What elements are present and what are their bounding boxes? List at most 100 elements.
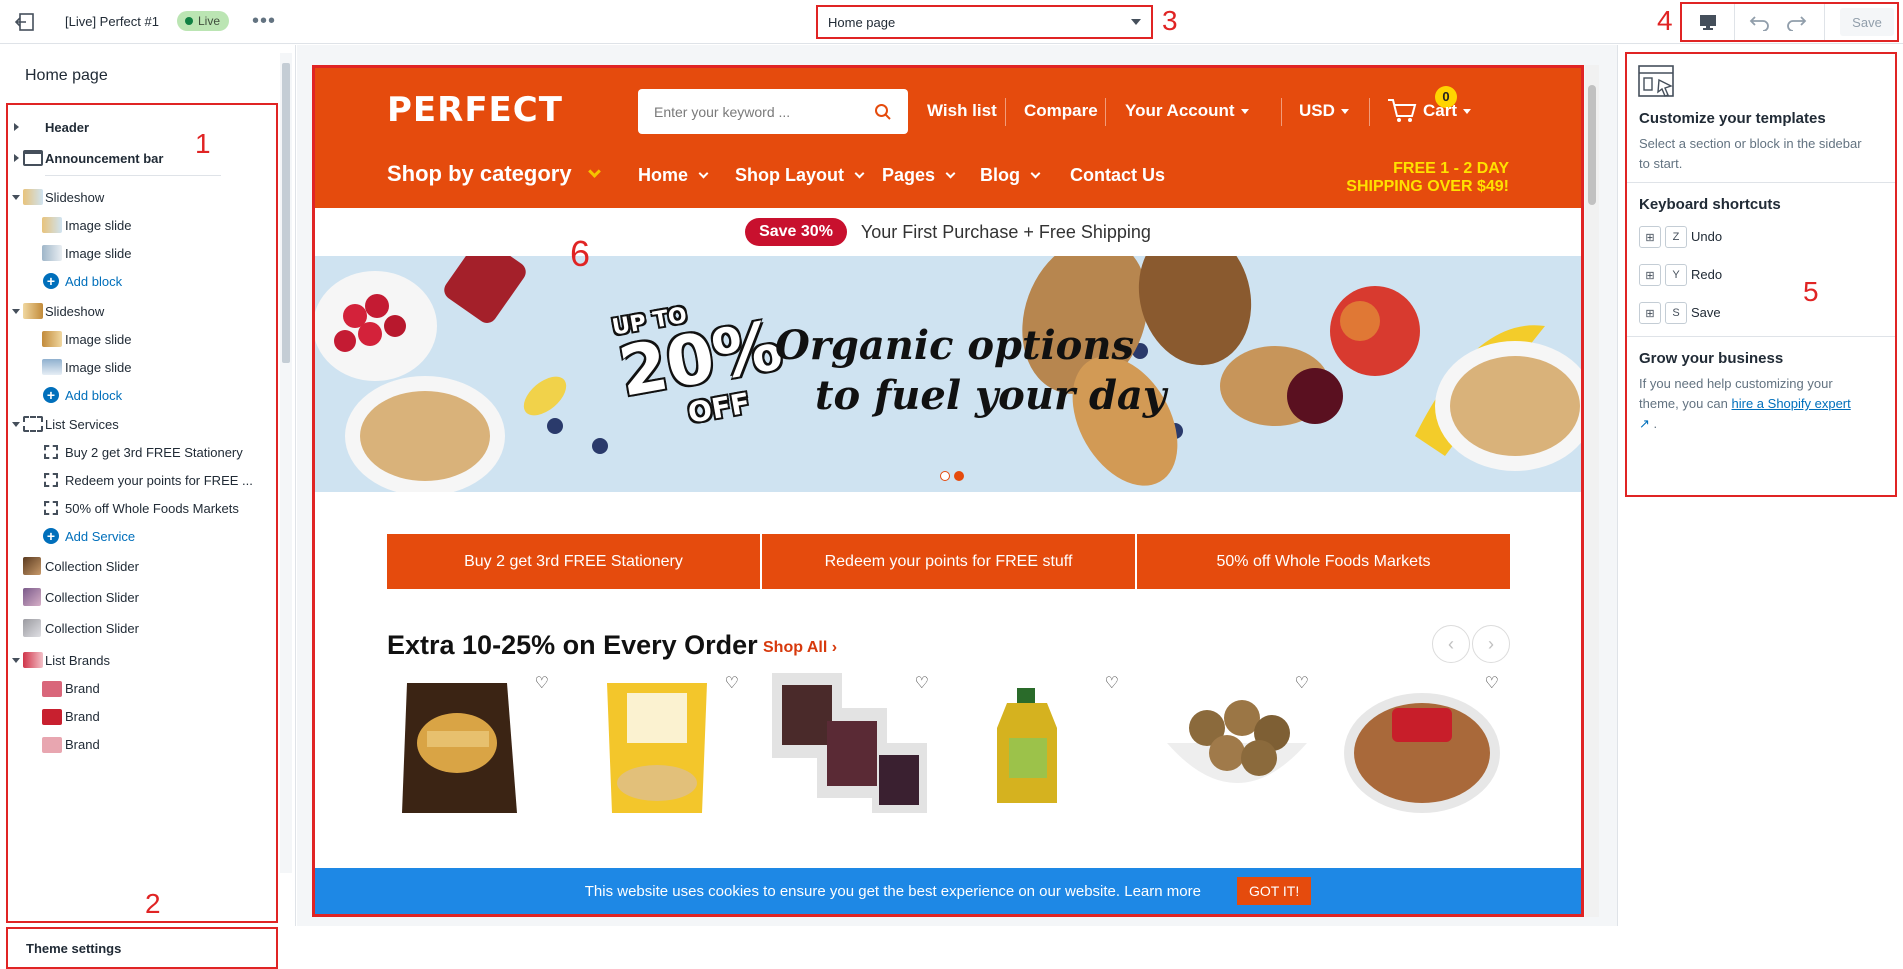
section-list-services[interactable]: List Services [8, 412, 276, 436]
scrollbar-thumb[interactable] [1588, 85, 1596, 205]
block-image-slide[interactable]: Image slide [8, 355, 276, 379]
redo-button[interactable] [1778, 8, 1814, 36]
banner-line1: Organic options [775, 322, 1134, 369]
block-service[interactable]: 50% off Whole Foods Markets [8, 496, 276, 520]
heart-icon[interactable]: ♡ [1295, 673, 1309, 693]
collapse-icon[interactable] [12, 658, 20, 663]
page-select[interactable]: Home page [816, 5, 1153, 39]
section-list-brands[interactable]: List Brands [8, 648, 276, 672]
slide-dot[interactable] [940, 471, 950, 481]
undo-button[interactable] [1742, 8, 1778, 36]
expand-icon[interactable] [14, 123, 19, 131]
add-service-button[interactable]: + Add Service [8, 524, 276, 548]
product-card[interactable]: ♡ [957, 673, 1127, 813]
heart-icon[interactable]: ♡ [725, 673, 739, 693]
shop-by-category-label: Shop by category [387, 161, 572, 186]
exit-icon[interactable] [14, 12, 36, 32]
live-dot-icon [185, 17, 193, 25]
collapse-icon[interactable] [12, 422, 20, 427]
customize-title: Customize your templates [1639, 110, 1826, 127]
store-logo[interactable]: PERFECT [387, 90, 563, 130]
section-collection-slider[interactable]: Collection Slider [8, 585, 276, 609]
product-card[interactable]: ♡ [577, 673, 747, 813]
block-image-slide[interactable]: Image slide [8, 213, 276, 237]
block-icon [44, 473, 58, 487]
shop-all-link[interactable]: Shop All › [763, 639, 837, 657]
block-service[interactable]: Buy 2 get 3rd FREE Stationery [8, 440, 276, 464]
image-slide-thumbnail [42, 217, 62, 233]
prev-arrow-button[interactable]: ‹ [1432, 625, 1470, 663]
product-card[interactable]: ♡ [1337, 673, 1507, 813]
next-arrow-button[interactable]: › [1472, 625, 1510, 663]
section-announcement-bar[interactable]: Announcement bar [8, 146, 276, 170]
nav-shop-layout[interactable]: Shop Layout [735, 165, 865, 186]
currency-menu[interactable]: USD [1299, 101, 1349, 121]
search-input[interactable]: Enter your keyword ... [638, 89, 908, 134]
preview-scrollbar[interactable] [1585, 65, 1599, 917]
slideshow-banner[interactable]: UP TO 20% OFF Organic options to fuel yo… [315, 256, 1581, 492]
hire-expert-link[interactable]: hire a Shopify expert [1732, 396, 1851, 411]
slide-dots[interactable] [940, 471, 964, 481]
heart-icon[interactable]: ♡ [1105, 673, 1119, 693]
cookie-accept-button[interactable]: GOT IT! [1236, 877, 1312, 905]
chevron-right-icon: › [1488, 633, 1494, 654]
block-brand[interactable]: Brand [8, 704, 276, 728]
account-menu[interactable]: Your Account [1125, 101, 1249, 121]
scrollbar-thumb[interactable] [282, 63, 290, 363]
add-block-button[interactable]: + Add block [8, 269, 276, 293]
expand-icon[interactable] [14, 154, 19, 162]
banner-line2: to fuel your day [815, 372, 1167, 419]
product-card[interactable]: ♡ [767, 673, 937, 813]
chevron-down-icon [587, 165, 601, 178]
collapse-icon[interactable] [12, 195, 20, 200]
add-service-label: Add Service [65, 528, 136, 544]
heart-icon[interactable]: ♡ [535, 673, 549, 693]
block-label: Buy 2 get 3rd FREE Stationery [65, 444, 243, 460]
heart-icon[interactable]: ♡ [1485, 673, 1499, 693]
nav-pages[interactable]: Pages [882, 165, 956, 186]
product-card[interactable]: ♡ [1147, 673, 1317, 813]
caret-down-icon [1463, 109, 1472, 115]
block-brand[interactable]: Brand [8, 732, 276, 756]
shop-by-category-menu[interactable]: Shop by category [387, 161, 601, 187]
nav-contact-us[interactable]: Contact Us [1070, 165, 1165, 186]
service-item[interactable]: Redeem your points for FREE stuff [762, 534, 1135, 589]
divider [45, 175, 221, 176]
product-image-mixed-nuts [1344, 693, 1500, 813]
more-actions-button[interactable]: ••• [252, 10, 276, 33]
slide-dot-active[interactable] [954, 471, 964, 481]
save-button[interactable]: Save [1840, 8, 1894, 36]
brand-logo-thumbnail [42, 681, 62, 697]
add-block-button[interactable]: + Add block [8, 383, 276, 407]
sidebar-scrollbar[interactable] [280, 53, 292, 873]
section-slideshow[interactable]: Slideshow [8, 185, 276, 209]
service-item[interactable]: 50% off Whole Foods Markets [1137, 534, 1510, 589]
external-link-icon: ↗ [1639, 416, 1650, 431]
theme-settings-button[interactable]: Theme settings [6, 927, 278, 969]
service-item[interactable]: Buy 2 get 3rd FREE Stationery [387, 534, 760, 589]
desktop-view-button[interactable] [1690, 8, 1726, 36]
nav-blog[interactable]: Blog [980, 165, 1041, 186]
block-image-slide[interactable]: Image slide [8, 241, 276, 265]
cart-icon[interactable] [1387, 98, 1417, 129]
nav-home[interactable]: Home [638, 165, 709, 186]
nav-label: Pages [882, 165, 936, 185]
block-brand[interactable]: Brand [8, 676, 276, 700]
monitor-icon [1700, 15, 1716, 30]
compare-link[interactable]: Compare [1024, 101, 1098, 121]
brands-thumbnail [23, 652, 43, 668]
product-image-dried-fruit-packs [772, 673, 927, 813]
block-service[interactable]: Redeem your points for FREE ... [8, 468, 276, 492]
block-image-slide[interactable]: Image slide [8, 327, 276, 351]
cart-menu[interactable]: Cart [1423, 101, 1472, 121]
section-collection-slider[interactable]: Collection Slider [8, 616, 276, 640]
collapse-icon[interactable] [12, 309, 20, 314]
section-slideshow[interactable]: Slideshow [8, 299, 276, 323]
section-header[interactable]: Header [8, 115, 276, 139]
product-card[interactable]: ♡ [387, 673, 557, 813]
wishlist-link[interactable]: Wish list [927, 101, 997, 121]
image-slide-thumbnail [42, 331, 62, 347]
heart-icon[interactable]: ♡ [915, 673, 929, 693]
free-shipping-notice: FREE 1 - 2 DAY SHIPPING OVER $49! [1346, 160, 1509, 196]
section-collection-slider[interactable]: Collection Slider [8, 554, 276, 578]
